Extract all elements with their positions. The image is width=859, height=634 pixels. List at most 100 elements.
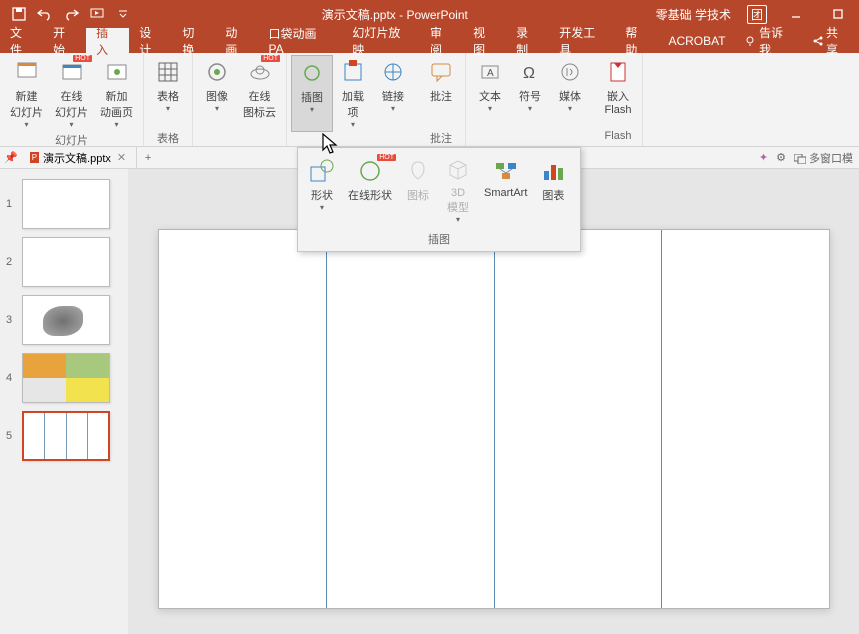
smartart-button[interactable]: SmartArt (478, 154, 533, 227)
illustration-button[interactable]: 插图▾ (291, 55, 333, 132)
media-icon (556, 58, 584, 86)
tab-file[interactable]: 文件 (0, 28, 43, 53)
title-app: PowerPoint (406, 8, 467, 22)
tab-slideshow[interactable]: 幻灯片放映 (342, 28, 420, 53)
tab-help[interactable]: 帮助 (615, 28, 658, 53)
new-slide-button[interactable]: 新建 幻灯片▾ (4, 55, 49, 132)
undo-button[interactable] (34, 3, 56, 25)
chart-button[interactable]: 图表 (533, 154, 573, 227)
document-tab-name: 演示文稿.pptx (43, 150, 111, 166)
settings-icon[interactable]: ⚙ (776, 151, 786, 164)
redo-button[interactable] (60, 3, 82, 25)
share-button[interactable]: 共享 (802, 28, 859, 53)
collapse-pin-icon[interactable]: 📌 (0, 151, 22, 164)
tab-insert[interactable]: 插入 (86, 28, 129, 53)
multi-window-button[interactable]: 多窗口模 (794, 150, 853, 166)
online-icons-button[interactable]: HOT 在线 图标云 (237, 55, 282, 130)
document-tab[interactable]: P 演示文稿.pptx ✕ (22, 147, 137, 168)
tab-home[interactable]: 开始 (43, 28, 86, 53)
slide-preview-4 (22, 353, 110, 403)
title-right: 零基础 学技术 团 (656, 3, 859, 25)
ribbon: 新建 幻灯片▾ HOT 在线 幻灯片▾ 新加 动画页▾ 幻灯片 表格▾ 表格 (0, 53, 859, 147)
hot-badge: HOT (377, 154, 396, 161)
slide-thumbnail[interactable]: 3 (0, 291, 128, 349)
link-button[interactable]: 链接▾ (373, 55, 413, 132)
quick-access-toolbar (0, 3, 134, 25)
tab-design[interactable]: 设计 (129, 28, 172, 53)
illustration-dropdown: 形状▾ HOT 在线形状 图标 3D 模型▾ SmartArt 图表 插图 (297, 147, 581, 252)
shape-icon (308, 157, 336, 185)
3d-model-button[interactable]: 3D 模型▾ (438, 154, 478, 227)
close-tab-button[interactable]: ✕ (115, 151, 128, 164)
qat-customize-button[interactable] (112, 3, 134, 25)
tell-me-search[interactable]: 告诉我 (736, 28, 802, 53)
share-icon (812, 35, 823, 47)
column-divider (326, 230, 327, 608)
tab-developer[interactable]: 开发工具 (549, 28, 615, 53)
tab-pocket-anim[interactable]: 口袋动画 PA (258, 28, 342, 53)
symbol-button[interactable]: Ω 符号▾ (510, 55, 550, 130)
slide-thumbnail[interactable]: 2 (0, 233, 128, 291)
slide-preview-5 (22, 411, 110, 461)
group-label-table: 表格 (157, 130, 179, 146)
table-icon (154, 58, 182, 86)
title-filename: 演示文稿.pptx (322, 8, 396, 22)
online-slides-button[interactable]: HOT 在线 幻灯片▾ (49, 55, 94, 132)
column-divider (494, 230, 495, 608)
tab-transitions[interactable]: 切换 (172, 28, 215, 53)
tab-acrobat[interactable]: ACROBAT (658, 28, 735, 53)
dropdown-label: 插图 (298, 229, 580, 251)
hot-badge: HOT (261, 55, 280, 62)
media-button[interactable]: 媒体▾ (550, 55, 590, 130)
slide-thumbnail[interactable]: 4 (0, 349, 128, 407)
slide-thumbnail[interactable]: 1 (0, 175, 128, 233)
group-images: 图像▾ HOT 在线 图标云 (193, 53, 287, 146)
slide-thumbnail[interactable]: 5 (0, 407, 128, 465)
link-icon (379, 58, 407, 86)
icon-icon (404, 157, 432, 185)
save-button[interactable] (8, 3, 30, 25)
image-button[interactable]: 图像▾ (197, 55, 237, 130)
svg-text:Ω: Ω (523, 65, 535, 82)
group-slides: 新建 幻灯片▾ HOT 在线 幻灯片▾ 新加 动画页▾ 幻灯片 (0, 53, 144, 146)
slide-preview-2 (22, 237, 110, 287)
online-shape-button[interactable]: HOT 在线形状 (342, 154, 398, 227)
tab-view[interactable]: 视图 (463, 28, 506, 53)
tab-record[interactable]: 录制 (506, 28, 549, 53)
textbox-button[interactable]: A 文本▾ (470, 55, 510, 130)
icon-button[interactable]: 图标 (398, 154, 438, 227)
slide-canvas[interactable] (158, 229, 830, 609)
maximize-button[interactable] (825, 3, 851, 25)
column-divider (661, 230, 662, 608)
tab-animations[interactable]: 动画 (215, 28, 258, 53)
powerpoint-file-icon: P (30, 152, 39, 163)
group-icon[interactable]: 团 (747, 5, 767, 24)
group-text: A 文本▾ Ω 符号▾ 媒体▾ (466, 53, 594, 146)
minimize-button[interactable] (783, 3, 809, 25)
shapes-icon (298, 59, 326, 87)
comment-button[interactable]: 批注 (421, 55, 461, 130)
svg-text:A: A (487, 68, 494, 79)
symbol-icon: Ω (516, 58, 544, 86)
group-flash: 嵌入 Flash Flash (594, 53, 643, 146)
tab-review[interactable]: 审阅 (420, 28, 463, 53)
online-slides-icon (58, 58, 86, 86)
addins-button[interactable]: 加载 项▾ (333, 55, 373, 132)
group-label-comment: 批注 (430, 130, 452, 146)
group-label-slides: 幻灯片 (55, 132, 88, 148)
group-table: 表格▾ 表格 (144, 53, 193, 146)
new-anim-icon (103, 58, 131, 86)
magic-icon[interactable]: ✦ (759, 151, 768, 164)
flash-button[interactable]: 嵌入 Flash (598, 55, 638, 130)
group-comment: 批注 批注 (417, 53, 466, 146)
cloud-icon (246, 58, 274, 86)
new-slide-icon (13, 58, 41, 86)
add-tab-button[interactable]: + (137, 152, 159, 164)
new-anim-page-button[interactable]: 新加 动画页▾ (94, 55, 139, 132)
table-button[interactable]: 表格▾ (148, 55, 188, 130)
slideshow-from-start-button[interactable] (86, 3, 108, 25)
hot-badge: HOT (73, 55, 92, 62)
shape-button[interactable]: 形状▾ (302, 154, 342, 227)
lightbulb-icon (744, 35, 756, 47)
chart-icon (539, 157, 567, 185)
